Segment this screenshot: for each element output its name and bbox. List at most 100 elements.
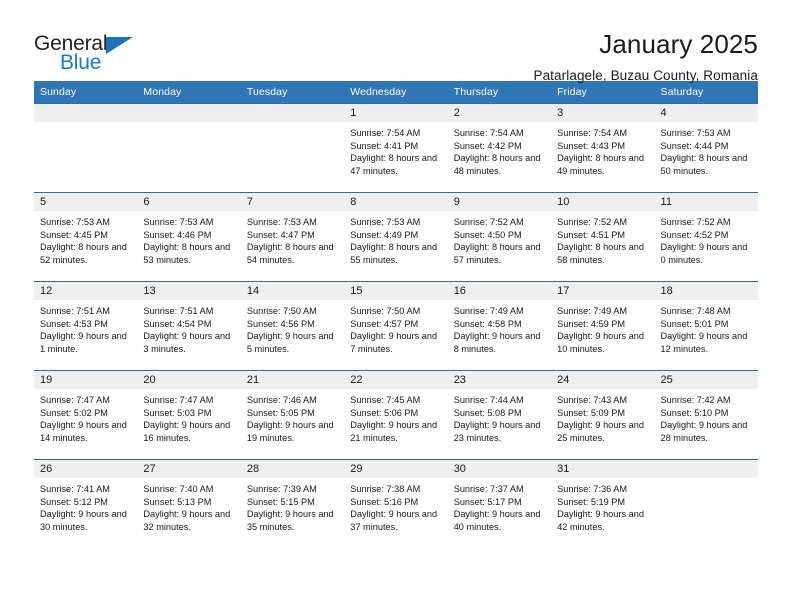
calendar-day-cell[interactable]: 22 Sunrise: 7:45 AM Sunset: 5:06 PM Dayligh…: [344, 370, 448, 460]
calendar-day-cell[interactable]: 26 Sunrise: 7:41 AM Sunset: 5:12 PM Dayligh…: [34, 459, 138, 549]
daylight-text: Daylight: 9 hours and 42 minutes.: [557, 509, 644, 532]
page-subtitle: Patarlagele, Buzau County, Romania: [533, 68, 758, 83]
sunset-text: Sunset: 4:49 PM: [350, 229, 419, 240]
calendar-day-cell[interactable]: 14 Sunrise: 7:50 AM Sunset: 4:56 PM Dayligh…: [240, 281, 345, 371]
calendar-day-cell[interactable]: 27 Sunrise: 7:40 AM Sunset: 5:13 PM Dayligh…: [137, 459, 241, 549]
day-details: Sunrise: 7:44 AM Sunset: 5:08 PM Daylight:…: [448, 389, 551, 444]
day-details: Sunrise: 7:54 AM Sunset: 4:42 PM Daylight:…: [448, 122, 551, 177]
calendar-day-cell[interactable]: 12 Sunrise: 7:51 AM Sunset: 4:53 PM Dayligh…: [34, 281, 138, 371]
sunrise-text: Sunrise: 7:53 AM: [350, 217, 421, 227]
calendar-cell-empty: [34, 103, 138, 193]
daylight-text: Daylight: 9 hours and 35 minutes.: [246, 509, 334, 532]
daylight-text: Daylight: 9 hours and 30 minutes.: [40, 509, 127, 532]
day-number: 12: [34, 282, 138, 300]
sunrise-text: Sunrise: 7:51 AM: [40, 306, 110, 316]
calendar-day-cell[interactable]: 16 Sunrise: 7:49 AM Sunset: 4:58 PM Dayligh…: [447, 281, 552, 371]
calendar-week-row: 1 Sunrise: 7:54 AM Sunset: 4:41 PM Daylight…: [34, 103, 758, 193]
sunrise-text: Sunrise: 7:47 AM: [40, 395, 110, 405]
daylight-text: Daylight: 9 hours and 16 minutes.: [143, 420, 231, 443]
day-details: Sunrise: 7:39 AM Sunset: 5:15 PM Daylight:…: [241, 478, 344, 533]
calendar-table: Sunday Monday Tuesday Wednesday Thursday…: [34, 81, 758, 549]
calendar-day-cell[interactable]: 5 Sunrise: 7:53 AM Sunset: 4:45 PM Daylight…: [34, 192, 138, 282]
sunrise-text: Sunrise: 7:52 AM: [557, 217, 628, 227]
day-details: Sunrise: 7:51 AM Sunset: 4:53 PM Daylight:…: [34, 300, 137, 355]
calendar-day-cell[interactable]: 1 Sunrise: 7:54 AM Sunset: 4:41 PM Daylight…: [344, 103, 448, 193]
sunset-text: Sunset: 4:43 PM: [557, 140, 626, 151]
calendar-day-cell[interactable]: 10 Sunrise: 7:52 AM Sunset: 4:51 PM Dayligh…: [551, 192, 655, 282]
day-details: Sunrise: 7:47 AM Sunset: 5:03 PM Daylight:…: [137, 389, 240, 444]
day-details: Sunrise: 7:52 AM Sunset: 4:51 PM Daylight:…: [551, 211, 654, 266]
calendar-day-cell[interactable]: 24 Sunrise: 7:43 AM Sunset: 5:09 PM Dayligh…: [551, 370, 655, 460]
calendar-day-cell[interactable]: 20 Sunrise: 7:47 AM Sunset: 5:03 PM Dayligh…: [137, 370, 241, 460]
day-number: 11: [654, 193, 758, 211]
day-details: Sunrise: 7:53 AM Sunset: 4:45 PM Daylight:…: [34, 211, 137, 266]
daylight-text: Daylight: 9 hours and 23 minutes.: [453, 420, 541, 443]
calendar-day-cell[interactable]: 23 Sunrise: 7:44 AM Sunset: 5:08 PM Dayligh…: [447, 370, 552, 460]
daylight-text: Daylight: 9 hours and 7 minutes.: [350, 331, 438, 354]
calendar-day-cell[interactable]: 21 Sunrise: 7:46 AM Sunset: 5:05 PM Dayligh…: [240, 370, 345, 460]
calendar-day-cell[interactable]: 8 Sunrise: 7:53 AM Sunset: 4:49 PM Daylight…: [344, 192, 448, 282]
daylight-text: Daylight: 8 hours and 57 minutes.: [453, 242, 541, 265]
sunset-text: Sunset: 4:56 PM: [246, 318, 315, 329]
generalblue-logo[interactable]: General Blue: [34, 28, 142, 79]
daylight-text: Daylight: 8 hours and 47 minutes.: [350, 153, 438, 176]
calendar-day-cell[interactable]: 28 Sunrise: 7:39 AM Sunset: 5:15 PM Dayligh…: [240, 459, 345, 549]
daylight-text: Daylight: 8 hours and 55 minutes.: [350, 242, 438, 265]
day-number: [34, 104, 138, 122]
daylight-text: Daylight: 9 hours and 3 minutes.: [143, 331, 231, 354]
calendar-day-cell[interactable]: 18 Sunrise: 7:48 AM Sunset: 5:01 PM Dayligh…: [654, 281, 758, 371]
calendar-day-cell[interactable]: 13 Sunrise: 7:51 AM Sunset: 4:54 PM Dayligh…: [137, 281, 241, 371]
sunset-text: Sunset: 4:50 PM: [453, 229, 522, 240]
day-details: Sunrise: 7:49 AM Sunset: 4:58 PM Daylight:…: [448, 300, 551, 355]
sunrise-text: Sunrise: 7:53 AM: [246, 217, 317, 227]
day-number: 26: [34, 460, 138, 478]
sunset-text: Sunset: 5:02 PM: [40, 407, 108, 418]
daylight-text: Daylight: 9 hours and 5 minutes.: [246, 331, 334, 354]
calendar-day-cell[interactable]: 15 Sunrise: 7:50 AM Sunset: 4:57 PM Dayligh…: [344, 281, 448, 371]
day-details: Sunrise: 7:43 AM Sunset: 5:09 PM Daylight:…: [551, 389, 654, 444]
sunset-text: Sunset: 5:17 PM: [453, 496, 522, 507]
sunrise-text: Sunrise: 7:53 AM: [660, 128, 731, 138]
day-details: Sunrise: 7:47 AM Sunset: 5:02 PM Daylight:…: [34, 389, 137, 444]
day-number: 23: [447, 371, 552, 389]
calendar-day-cell[interactable]: 25 Sunrise: 7:42 AM Sunset: 5:10 PM Dayligh…: [654, 370, 758, 460]
calendar-day-cell[interactable]: 11 Sunrise: 7:52 AM Sunset: 4:52 PM Dayligh…: [654, 192, 758, 282]
sunset-text: Sunset: 5:03 PM: [143, 407, 212, 418]
sunrise-text: Sunrise: 7:38 AM: [350, 484, 421, 494]
sunrise-text: Sunrise: 7:54 AM: [350, 128, 421, 138]
calendar-day-cell[interactable]: 17 Sunrise: 7:49 AM Sunset: 4:59 PM Dayligh…: [551, 281, 655, 371]
calendar-day-cell[interactable]: 31 Sunrise: 7:36 AM Sunset: 5:19 PM Dayligh…: [551, 459, 655, 549]
calendar-day-cell[interactable]: 30 Sunrise: 7:37 AM Sunset: 5:17 PM Dayligh…: [447, 459, 552, 549]
day-number: 15: [344, 282, 448, 300]
daylight-text: Daylight: 8 hours and 53 minutes.: [143, 242, 231, 265]
sunset-text: Sunset: 5:06 PM: [350, 407, 419, 418]
sunset-text: Sunset: 5:16 PM: [350, 496, 419, 507]
daylight-text: Daylight: 9 hours and 10 minutes.: [557, 331, 644, 354]
daylight-text: Daylight: 9 hours and 19 minutes.: [246, 420, 334, 443]
calendar-day-cell[interactable]: 6 Sunrise: 7:53 AM Sunset: 4:46 PM Daylight…: [137, 192, 241, 282]
sunset-text: Sunset: 5:08 PM: [453, 407, 522, 418]
day-number: 27: [137, 460, 241, 478]
calendar-day-cell[interactable]: 4 Sunrise: 7:53 AM Sunset: 4:44 PM Daylight…: [654, 103, 758, 193]
sunrise-text: Sunrise: 7:50 AM: [350, 306, 421, 316]
sunrise-text: Sunrise: 7:36 AM: [557, 484, 628, 494]
daylight-text: Daylight: 9 hours and 25 minutes.: [557, 420, 644, 443]
day-details: Sunrise: 7:52 AM Sunset: 4:50 PM Daylight:…: [448, 211, 551, 266]
day-number: 5: [34, 193, 138, 211]
day-number: 28: [240, 460, 345, 478]
sunrise-text: Sunrise: 7:46 AM: [246, 395, 317, 405]
daylight-text: Daylight: 8 hours and 48 minutes.: [453, 153, 541, 176]
calendar-day-cell[interactable]: 29 Sunrise: 7:38 AM Sunset: 5:16 PM Dayligh…: [344, 459, 448, 549]
weekday-header-sunday: Sunday: [34, 81, 138, 104]
day-number: [240, 104, 345, 122]
calendar-day-cell[interactable]: 7 Sunrise: 7:53 AM Sunset: 4:47 PM Daylight…: [240, 192, 345, 282]
sunset-text: Sunset: 5:05 PM: [246, 407, 315, 418]
calendar-day-cell[interactable]: 19 Sunrise: 7:47 AM Sunset: 5:02 PM Dayligh…: [34, 370, 138, 460]
sunset-text: Sunset: 4:42 PM: [453, 140, 522, 151]
calendar-day-cell[interactable]: 2 Sunrise: 7:54 AM Sunset: 4:42 PM Daylight…: [447, 103, 552, 193]
calendar-day-cell[interactable]: 3 Sunrise: 7:54 AM Sunset: 4:43 PM Daylight…: [551, 103, 655, 193]
sunset-text: Sunset: 5:15 PM: [246, 496, 315, 507]
calendar-day-cell[interactable]: 9 Sunrise: 7:52 AM Sunset: 4:50 PM Daylight…: [447, 192, 552, 282]
daylight-text: Daylight: 9 hours and 40 minutes.: [453, 509, 541, 532]
daylight-text: Daylight: 9 hours and 37 minutes.: [350, 509, 438, 532]
